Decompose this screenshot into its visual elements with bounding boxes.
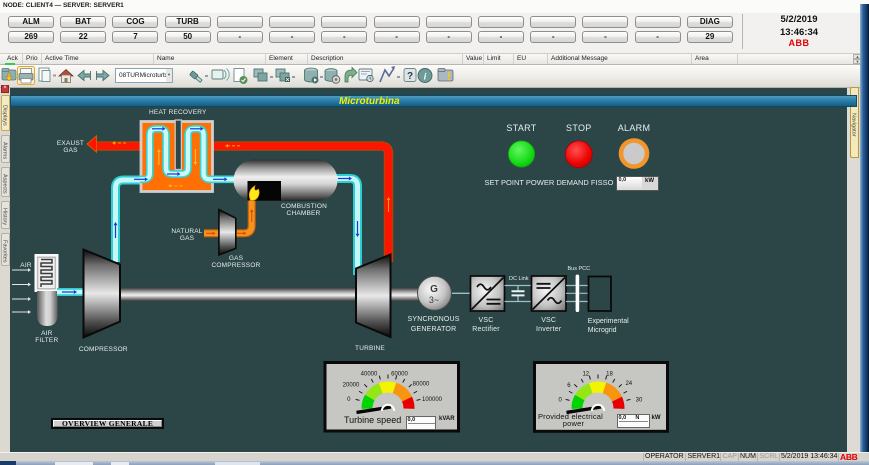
svg-text:24: 24 [625,381,632,387]
svg-text:20000: 20000 [343,383,360,389]
svg-text:18: 18 [606,372,613,378]
svg-text:100000: 100000 [422,397,443,403]
svg-text:12: 12 [582,372,589,378]
svg-text:40000: 40000 [361,372,378,378]
svg-text:80000: 80000 [413,382,430,388]
svg-text:60000: 60000 [391,372,408,378]
svg-text:3~: 3~ [429,295,439,305]
svg-text:G: G [430,284,438,295]
svg-text:30: 30 [636,398,643,404]
